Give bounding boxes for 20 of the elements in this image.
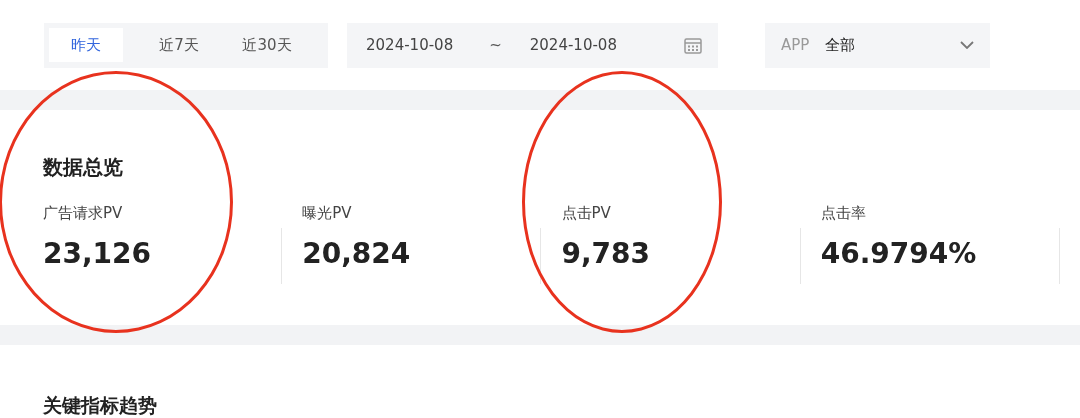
date-range-field[interactable]: 2024-10-08 ~ 2024-10-08 [347,22,718,68]
chevron-down-icon [960,41,974,49]
stat-value: 23,126 [43,237,152,270]
section-title: 关键指标趋势 [43,393,157,418]
stat-label: 点击率 [820,204,866,223]
stat-value: 9,783 [561,237,651,270]
range-separator: ~ [489,36,502,54]
date-tab[interactable]: 昨天 [49,28,123,62]
start-date: 2024-10-08 [366,36,454,54]
stat-value: 20,824 [302,237,411,270]
date-tab[interactable]: 近30天 [227,28,307,62]
stat-label: 广告请求PV [43,204,123,223]
app-select[interactable]: APP 全部 [765,22,990,68]
calendar-icon [684,36,702,54]
stat-label: 曝光PV [302,204,352,223]
end-date: 2024-10-08 [529,36,617,54]
stat-label: 点击PV [561,204,611,223]
section-title: 数据总览 [43,154,123,181]
stat-value: 46.9794% [820,237,977,270]
date-tab[interactable]: 近7天 [139,28,219,62]
